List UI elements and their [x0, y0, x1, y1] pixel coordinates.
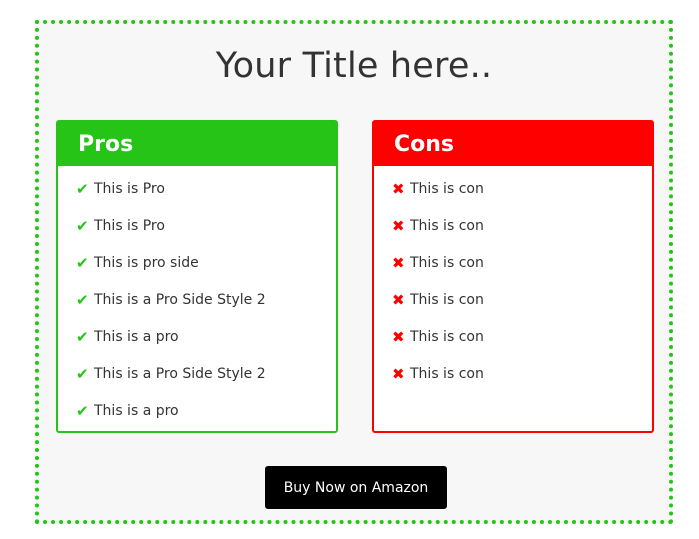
- cons-item-text: This is con: [410, 181, 484, 197]
- cons-list-item: ✖ This is con: [392, 252, 652, 289]
- cons-list-item: ✖ This is con: [392, 178, 652, 215]
- pros-list-item: ✔ This is pro side: [76, 252, 336, 289]
- pros-item-text: This is a pro: [94, 329, 179, 345]
- cons-list-item: ✖ This is con: [392, 215, 652, 252]
- cross-icon: ✖: [392, 254, 405, 272]
- cross-icon: ✖: [392, 180, 405, 198]
- check-icon: ✔: [76, 254, 89, 272]
- cons-item-text: This is con: [410, 366, 484, 382]
- pros-item-text: This is Pro: [94, 181, 165, 197]
- page-title: Your Title here..: [215, 46, 493, 86]
- cross-icon: ✖: [392, 365, 405, 383]
- pros-item-text: This is a pro: [94, 403, 179, 419]
- check-icon: ✔: [76, 291, 89, 309]
- cons-item-text: This is con: [410, 218, 484, 234]
- cons-item-text: This is con: [410, 255, 484, 271]
- pros-list: ✔ This is Pro ✔ This is Pro ✔ This is pro s…: [58, 166, 336, 437]
- pros-box: Pros ✔ This is Pro ✔ This is Pro ✔ This is …: [56, 120, 338, 433]
- cons-item-text: This is con: [410, 292, 484, 308]
- pros-list-item: ✔ This is Pro: [76, 178, 336, 215]
- cons-list-item: ✖ This is con: [392, 363, 652, 400]
- pros-item-text: This is Pro: [94, 218, 165, 234]
- check-icon: ✔: [76, 328, 89, 346]
- check-icon: ✔: [76, 365, 89, 383]
- pros-item-text: This is pro side: [94, 255, 199, 271]
- pros-item-text: This is a Pro Side Style 2: [94, 292, 266, 308]
- cons-list: ✖ This is con ✖ This is con ✖ This is con ✖…: [374, 166, 652, 400]
- buy-now-button[interactable]: Buy Now on Amazon: [265, 466, 447, 509]
- pros-list-item: ✔ This is a pro: [76, 400, 336, 437]
- cross-icon: ✖: [392, 291, 405, 309]
- cross-icon: ✖: [392, 217, 405, 235]
- pros-header: Pros: [58, 122, 336, 166]
- cons-list-item: ✖ This is con: [392, 326, 652, 363]
- cons-box: Cons ✖ This is con ✖ This is con ✖ This is …: [372, 120, 654, 433]
- check-icon: ✔: [76, 402, 89, 420]
- pros-list-item: ✔ This is a pro: [76, 326, 336, 363]
- pros-list-item: ✔ This is a Pro Side Style 2: [76, 363, 336, 400]
- pros-item-text: This is a Pro Side Style 2: [94, 366, 266, 382]
- cons-list-item: ✖ This is con: [392, 289, 652, 326]
- check-icon: ✔: [76, 217, 89, 235]
- pros-list-item: ✔ This is Pro: [76, 215, 336, 252]
- check-icon: ✔: [76, 180, 89, 198]
- pros-list-item: ✔ This is a Pro Side Style 2: [76, 289, 336, 326]
- cross-icon: ✖: [392, 328, 405, 346]
- cons-item-text: This is con: [410, 329, 484, 345]
- pros-cons-container: Your Title here.. Pros ✔ This is Pro ✔ Thi…: [35, 20, 673, 524]
- cons-header: Cons: [374, 122, 652, 166]
